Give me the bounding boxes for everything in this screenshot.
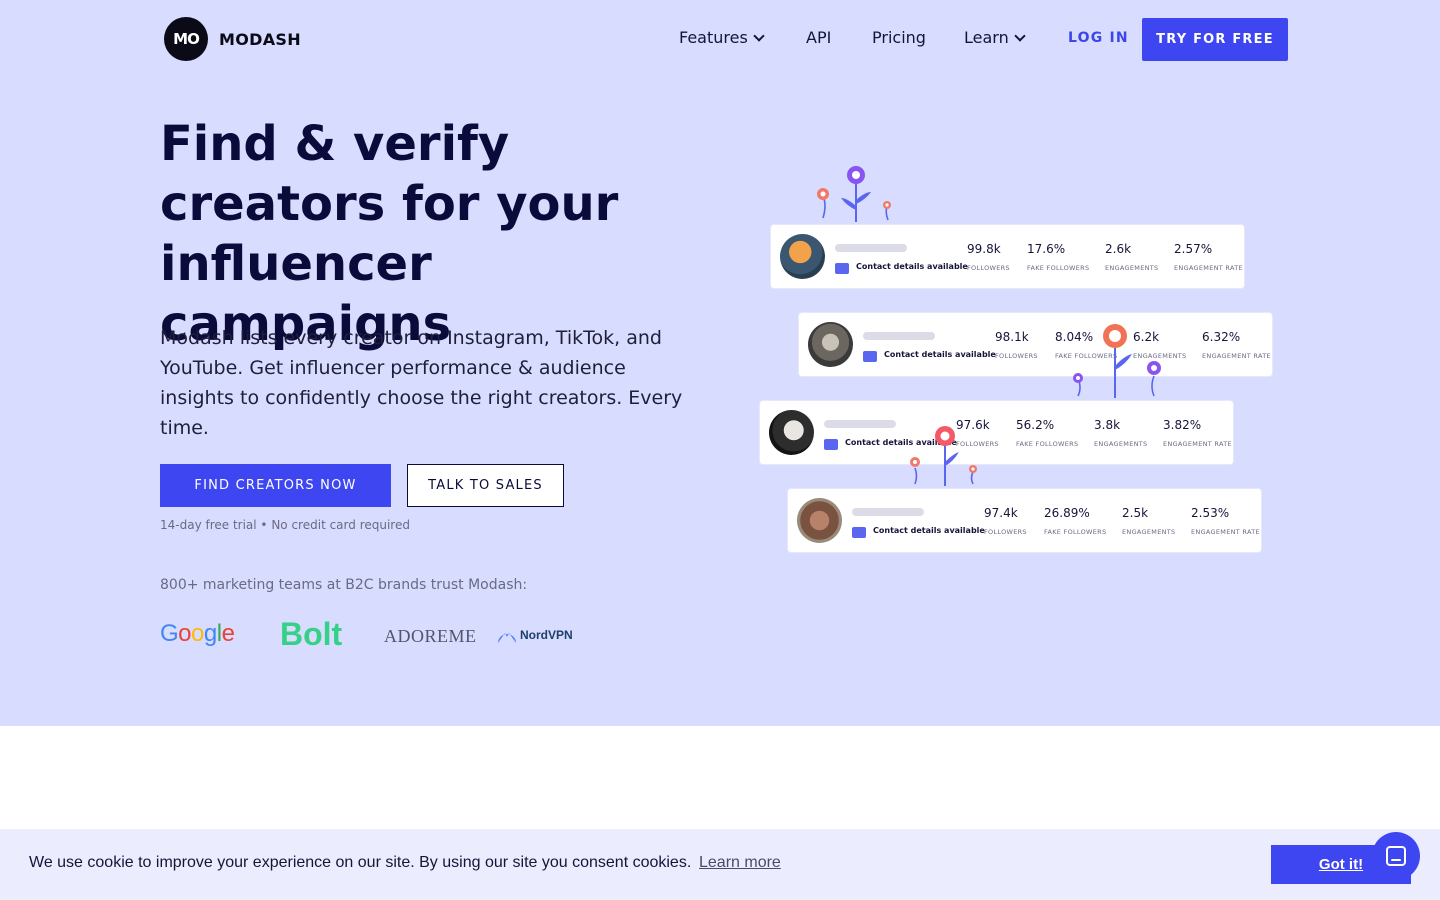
stat-label: FOLLOWERS — [984, 528, 1027, 536]
cookie-text: We use cookie to improve your experience… — [29, 854, 692, 871]
stat-label: FAKE FOLLOWERS — [1016, 440, 1079, 448]
stat-value: 2.6k — [1105, 242, 1132, 256]
contact-label: Contact details available — [884, 350, 996, 359]
stat-value: 3.8k — [1094, 418, 1121, 432]
try-for-free-button[interactable]: TRY FOR FREE — [1142, 18, 1288, 61]
contact-label: Contact details available — [873, 526, 985, 535]
logo[interactable]: MO MODASH — [164, 17, 301, 61]
stat-label: ENGAGEMENT RATE — [1191, 528, 1260, 536]
stat-value: 3.82% — [1163, 418, 1202, 432]
stat-label: ENGAGEMENT RATE — [1163, 440, 1232, 448]
followers-stat: 98.1k FOLLOWERS — [995, 330, 1038, 360]
avatar — [797, 498, 842, 543]
engagement-rate-stat: 2.53% ENGAGEMENT RATE — [1191, 506, 1260, 536]
nordvpn-logo: NordVPN — [497, 626, 573, 644]
stat-label: FOLLOWERS — [956, 440, 999, 448]
stat-label: ENGAGEMENTS — [1122, 528, 1176, 536]
nordvpn-icon — [498, 633, 516, 643]
stat-value: 97.6k — [956, 418, 990, 432]
chevron-down-icon — [1014, 29, 1026, 42]
logo-text: MODASH — [219, 29, 301, 49]
nav-features[interactable]: Features — [679, 28, 765, 47]
nav-api[interactable]: API — [806, 28, 831, 47]
chevron-down-icon — [753, 29, 765, 42]
bolt-logo: Bolt — [280, 616, 343, 652]
stat-label: ENGAGEMENTS — [1105, 264, 1159, 272]
name-placeholder — [852, 508, 924, 516]
fake-followers-stat: 26.89% FAKE FOLLOWERS — [1044, 506, 1106, 536]
engagements-stat: 3.8k ENGAGEMENTS — [1094, 418, 1147, 448]
nav-api-label: API — [806, 28, 832, 47]
stat-label: FAKE FOLLOWERS — [1027, 264, 1090, 272]
stat-value: 98.1k — [995, 330, 1029, 344]
name-placeholder — [824, 420, 896, 428]
trust-note: 800+ marketing teams at B2C brands trust… — [160, 577, 528, 593]
stat-label: FAKE FOLLOWERS — [1055, 352, 1118, 360]
contact-card-icon — [824, 439, 838, 450]
fake-followers-stat: 8.04% FAKE FOLLOWERS — [1055, 330, 1117, 360]
chat-icon — [1386, 846, 1406, 866]
find-creators-button[interactable]: FIND CREATORS NOW — [160, 464, 391, 507]
followers-stat: 97.6k FOLLOWERS — [956, 418, 999, 448]
nav-learn[interactable]: Learn — [964, 28, 1026, 47]
creator-card[interactable]: Contact details available 97.6k FOLLOWERS… — [759, 400, 1234, 465]
avatar — [780, 234, 825, 279]
login-link[interactable]: LOG IN — [1068, 30, 1129, 46]
stat-label: ENGAGEMENT RATE — [1202, 352, 1271, 360]
avatar — [769, 410, 814, 455]
stat-label: FOLLOWERS — [967, 264, 1010, 272]
chat-launcher-button[interactable] — [1372, 832, 1420, 880]
nav-learn-label: Learn — [964, 28, 1009, 47]
stat-value: 97.4k — [984, 506, 1018, 520]
adoreme-logo: ADOREME — [384, 626, 477, 646]
creator-card[interactable]: Contact details available 97.4k FOLLOWERS… — [787, 488, 1262, 553]
creator-card[interactable]: Contact details available 99.8k FOLLOWERS… — [770, 224, 1245, 289]
engagements-stat: 2.5k ENGAGEMENTS — [1122, 506, 1175, 536]
engagement-rate-stat: 6.32% ENGAGEMENT RATE — [1202, 330, 1271, 360]
contact-label: Contact details available — [856, 262, 968, 271]
stat-label: FOLLOWERS — [995, 352, 1038, 360]
stat-value: 26.89% — [1044, 506, 1090, 520]
engagement-rate-stat: 2.57% ENGAGEMENT RATE — [1174, 242, 1243, 272]
stat-value: 99.8k — [967, 242, 1001, 256]
stat-label: ENGAGEMENTS — [1133, 352, 1187, 360]
creator-card[interactable]: Contact details available 98.1k FOLLOWERS… — [798, 312, 1273, 377]
followers-stat: 99.8k FOLLOWERS — [967, 242, 1010, 272]
stat-value: 2.5k — [1122, 506, 1149, 520]
stat-value: 6.2k — [1133, 330, 1160, 344]
hero-subtext: Modash lists every creator on Instagram,… — [160, 327, 683, 439]
contact-card-icon — [863, 351, 877, 362]
stat-value: 17.6% — [1027, 242, 1066, 256]
stat-label: FAKE FOLLOWERS — [1044, 528, 1107, 536]
nav-pricing[interactable]: Pricing — [872, 28, 926, 47]
contact-label: Contact details available — [845, 438, 957, 447]
hero-headline: Find & verify creators for your influenc… — [160, 116, 619, 352]
nav-pricing-label: Pricing — [872, 28, 926, 47]
cookie-learn-more-link[interactable]: Learn more — [699, 854, 781, 872]
stat-value: 8.04% — [1055, 330, 1094, 344]
name-placeholder — [835, 244, 907, 252]
stat-value: 2.53% — [1191, 506, 1230, 520]
google-logo: Google — [160, 620, 235, 647]
stat-value: 2.57% — [1174, 242, 1213, 256]
stat-value: 6.32% — [1202, 330, 1241, 344]
engagements-stat: 2.6k ENGAGEMENTS — [1105, 242, 1158, 272]
fake-followers-stat: 17.6% FAKE FOLLOWERS — [1027, 242, 1089, 272]
contact-card-icon — [835, 263, 849, 274]
stat-label: ENGAGEMENTS — [1094, 440, 1148, 448]
logo-mark: MO — [164, 17, 208, 61]
avatar — [808, 322, 853, 367]
stat-value: 56.2% — [1016, 418, 1055, 432]
trial-note: 14-day free trial • No credit card requi… — [160, 518, 410, 532]
nav-features-label: Features — [679, 28, 748, 47]
contact-card-icon — [852, 527, 866, 538]
nordvpn-label: NordVPN — [520, 628, 573, 642]
name-placeholder — [863, 332, 935, 340]
stat-label: ENGAGEMENT RATE — [1174, 264, 1243, 272]
engagement-rate-stat: 3.82% ENGAGEMENT RATE — [1163, 418, 1232, 448]
talk-to-sales-button[interactable]: TALK TO SALES — [407, 464, 564, 507]
fake-followers-stat: 56.2% FAKE FOLLOWERS — [1016, 418, 1078, 448]
followers-stat: 97.4k FOLLOWERS — [984, 506, 1027, 536]
engagements-stat: 6.2k ENGAGEMENTS — [1133, 330, 1186, 360]
